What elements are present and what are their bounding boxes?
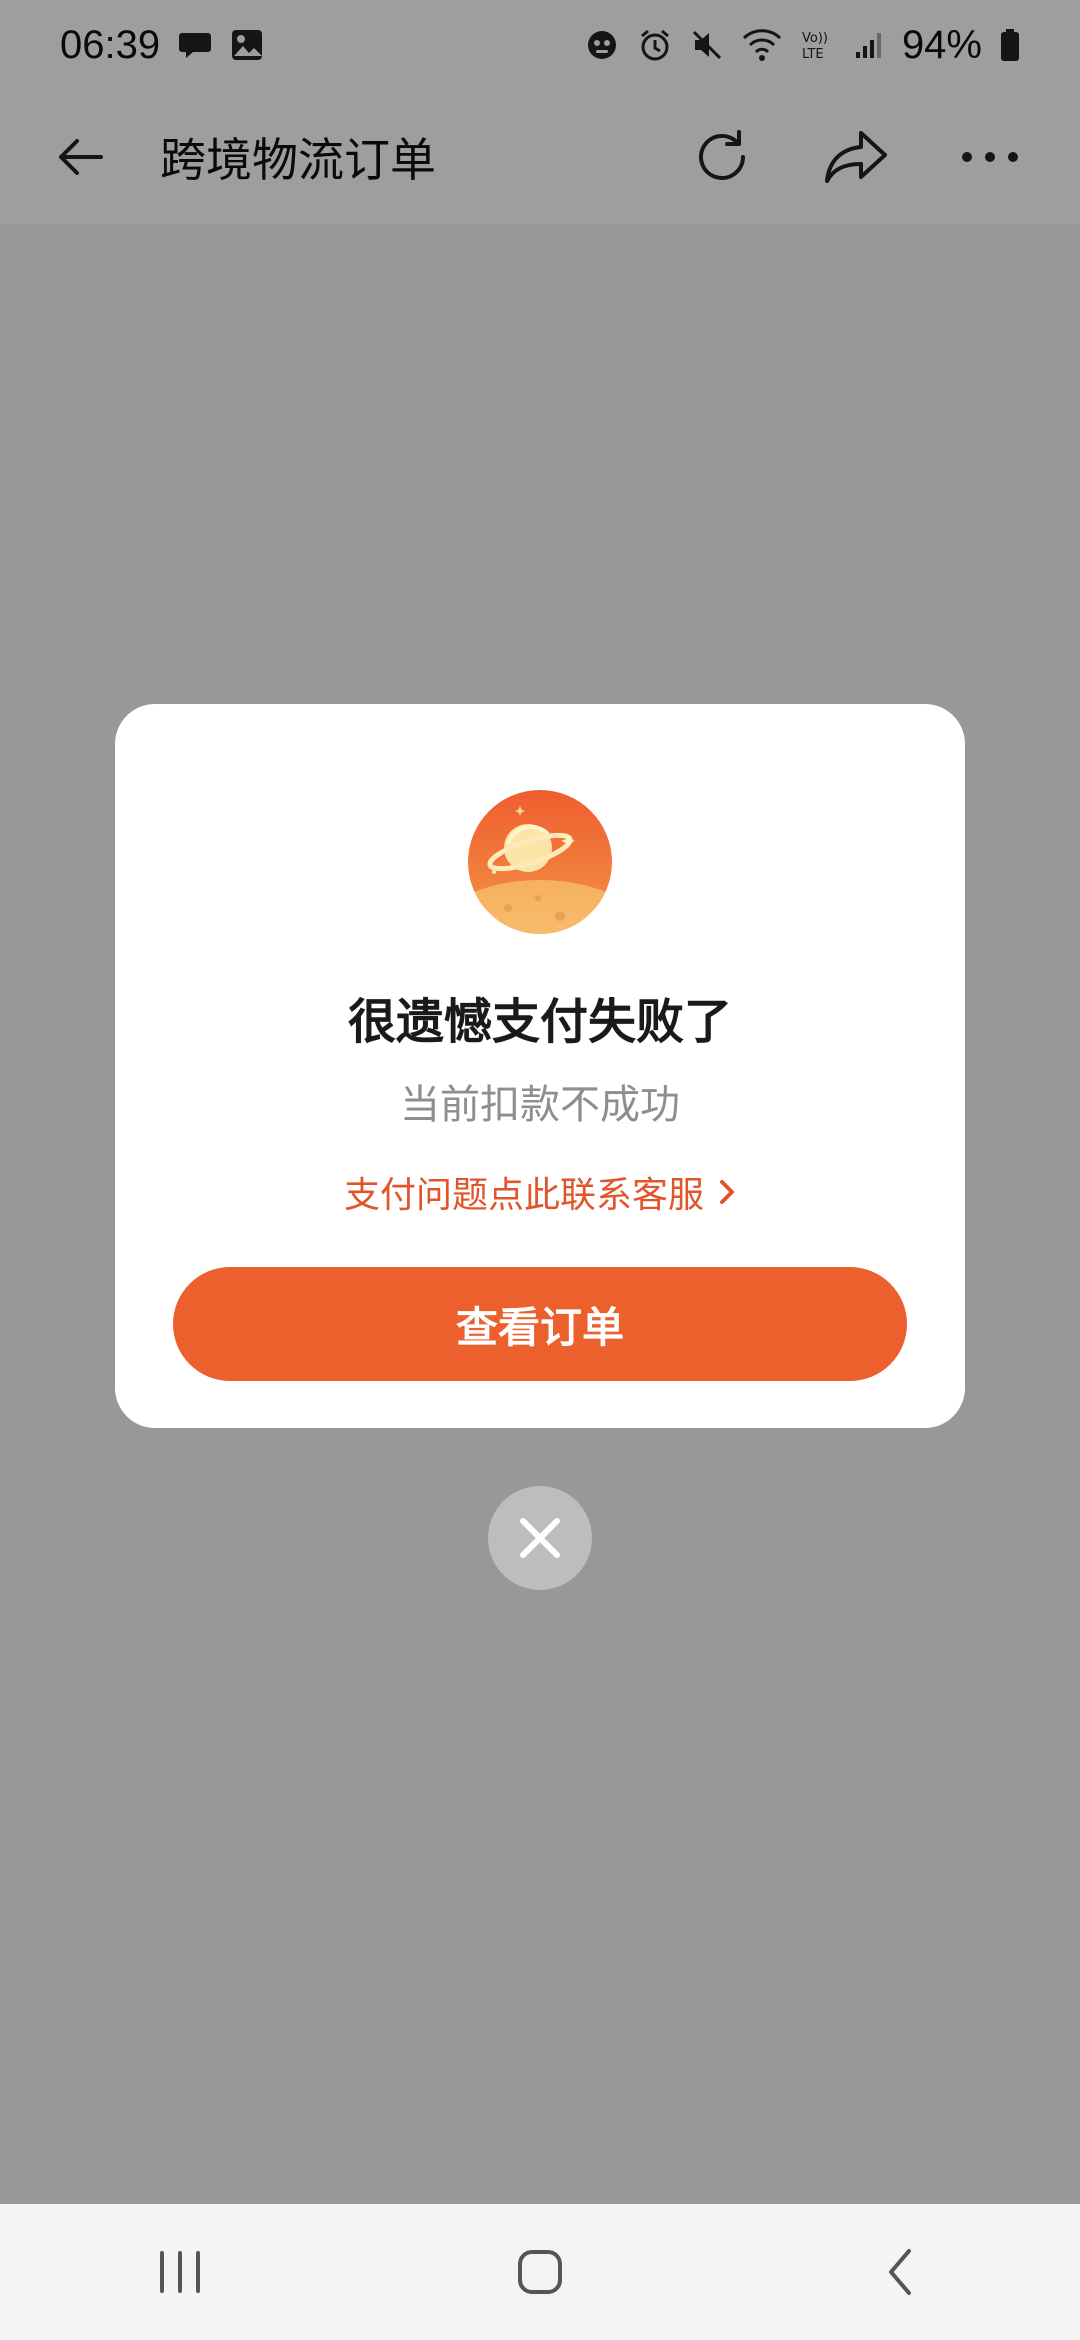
dialog-subtitle: 当前扣款不成功 xyxy=(400,1082,680,1128)
system-nav-bar xyxy=(0,2204,1080,2340)
home-button[interactable] xyxy=(480,2222,600,2322)
close-dialog-button[interactable] xyxy=(488,1486,592,1590)
nav-back-button[interactable] xyxy=(840,2222,960,2322)
planet-icon xyxy=(468,790,612,934)
chevron-right-icon xyxy=(718,1178,736,1206)
recent-apps-icon xyxy=(160,2251,200,2293)
view-order-button[interactable]: 查看订单 xyxy=(173,1267,907,1381)
contact-support-link[interactable]: 支付问题点此联系客服 xyxy=(115,1166,965,1218)
back-icon xyxy=(889,2249,911,2295)
payment-failed-dialog: 很遗憾支付失败了 当前扣款不成功 支付问题点此联系客服 查看订单 xyxy=(115,704,965,1428)
contact-support-label: 支付问题点此联系客服 xyxy=(343,1175,704,1216)
screen: 06:39 Vo)) LTE 94% 跨境物流订单 很遗憾支付失败了 当前扣款不… xyxy=(0,0,1080,2340)
dialog-title: 很遗憾支付失败了 xyxy=(347,994,732,1050)
close-icon xyxy=(520,1518,560,1558)
recent-apps-button[interactable] xyxy=(120,2222,240,2322)
home-icon xyxy=(518,2250,562,2294)
